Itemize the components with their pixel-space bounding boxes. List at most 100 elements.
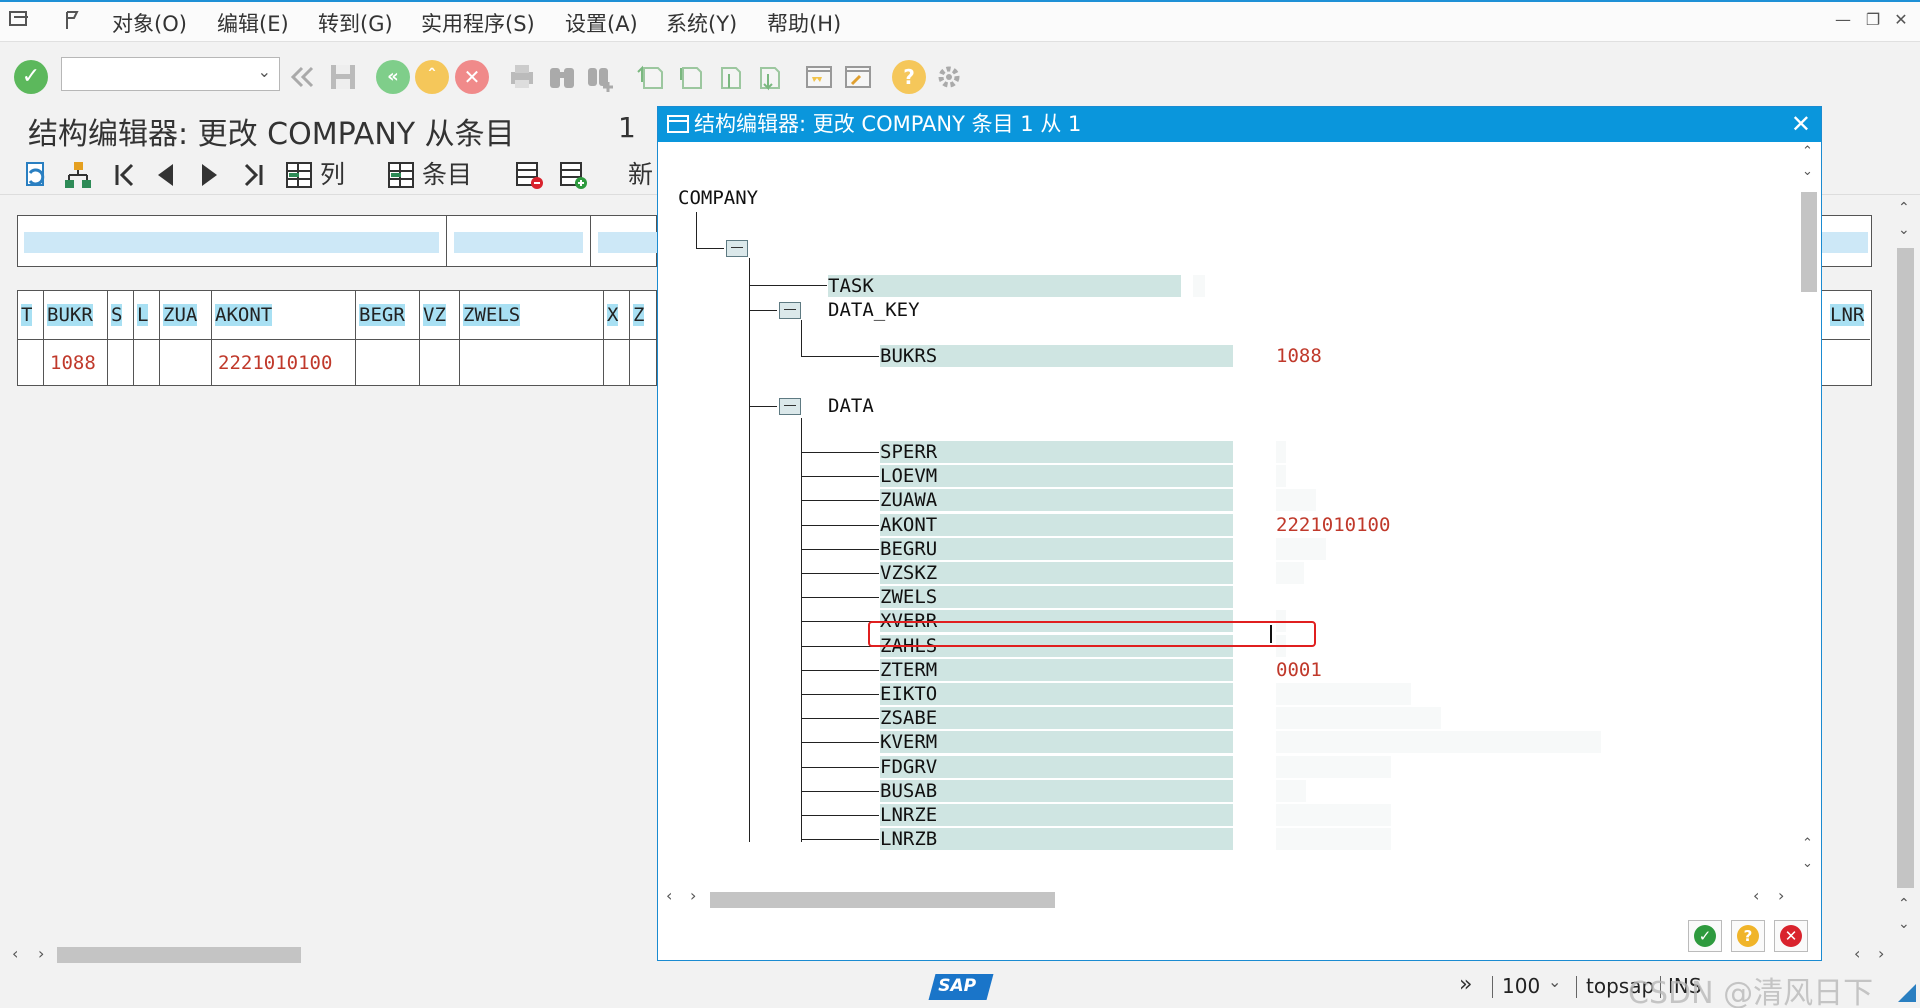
scroll-thumb[interactable] bbox=[1897, 248, 1914, 888]
header-field[interactable] bbox=[598, 232, 658, 253]
field-name[interactable]: SPERR bbox=[880, 441, 937, 463]
column-header[interactable]: BEGR bbox=[356, 291, 420, 339]
field-name[interactable]: LNRZB bbox=[880, 828, 937, 850]
expand-status-icon[interactable]: » bbox=[1459, 972, 1472, 997]
minimize-icon[interactable]: — bbox=[1832, 10, 1854, 32]
field-value-input[interactable] bbox=[1276, 537, 1326, 560]
field-value-input[interactable] bbox=[1276, 465, 1286, 488]
menu-edit[interactable]: 编辑(E) bbox=[217, 8, 289, 38]
chevron-down-icon[interactable]: ⌄ bbox=[1548, 972, 1561, 991]
column-header[interactable]: LNR bbox=[1822, 291, 1870, 339]
dialog-title-bar[interactable]: 结构编辑器: 更改 COMPANY 条目 1 从 1 ✕ bbox=[658, 107, 1821, 142]
last-entry-icon[interactable] bbox=[238, 159, 270, 191]
field-name[interactable]: ZTERM bbox=[880, 659, 937, 681]
menu-settings[interactable]: 设置(A) bbox=[565, 8, 638, 38]
field-value-input[interactable] bbox=[1276, 804, 1391, 826]
next-entry-icon[interactable] bbox=[193, 159, 225, 191]
table-cell[interactable] bbox=[134, 339, 160, 385]
restore-icon[interactable]: ❐ bbox=[1862, 10, 1884, 32]
column-header[interactable]: ZWELS bbox=[460, 291, 604, 339]
tree-node-task[interactable]: TASK bbox=[828, 275, 874, 297]
scroll-up-icon[interactable]: ⌃ bbox=[1802, 836, 1813, 851]
field-name[interactable]: BUSAB bbox=[880, 780, 937, 802]
scroll-down-icon[interactable]: ⌄ bbox=[1898, 916, 1910, 932]
dialog-vertical-scrollbar[interactable]: ⌃ ⌄ ⌃ ⌄ bbox=[1798, 142, 1820, 882]
command-field[interactable]: ⌄ bbox=[61, 57, 280, 91]
folder-icon[interactable] bbox=[726, 240, 748, 257]
close-icon[interactable]: ✕ bbox=[1791, 107, 1811, 142]
tree-node-data-key[interactable]: DATA_KEY bbox=[828, 299, 920, 321]
close-window-icon[interactable]: ✕ bbox=[1890, 10, 1912, 32]
column-header[interactable]: S bbox=[108, 291, 134, 339]
scroll-thumb[interactable] bbox=[57, 947, 301, 963]
exit-icon[interactable]: ˆ bbox=[415, 60, 449, 94]
first-entry-icon[interactable] bbox=[108, 159, 140, 191]
main-vertical-scrollbar[interactable]: ⌃ ⌄ ⌃ ⌄ bbox=[1894, 196, 1920, 936]
sap-menu-icon[interactable] bbox=[8, 9, 32, 31]
enter-icon[interactable]: ✓ bbox=[14, 60, 48, 94]
field-name[interactable]: AKONT bbox=[880, 514, 937, 536]
field-value-input[interactable] bbox=[1276, 441, 1286, 463]
scroll-left-icon[interactable]: ‹ bbox=[1753, 886, 1759, 905]
scroll-up-icon[interactable]: ⌃ bbox=[1898, 896, 1910, 912]
cancel-button[interactable]: ✕ bbox=[1774, 920, 1808, 952]
scroll-right-icon[interactable]: › bbox=[1878, 944, 1884, 963]
menu-goto[interactable]: 转到(G) bbox=[318, 8, 393, 38]
field-value-input[interactable] bbox=[1276, 489, 1316, 512]
dialog-horizontal-scrollbar[interactable]: ‹ › ‹ › bbox=[658, 882, 1821, 912]
scroll-thumb[interactable] bbox=[1801, 192, 1817, 292]
scroll-right-icon[interactable]: › bbox=[1778, 886, 1784, 905]
table-cell[interactable] bbox=[108, 339, 134, 385]
table-cell[interactable] bbox=[420, 339, 460, 385]
field-name[interactable]: EIKTO bbox=[880, 683, 937, 705]
menu-utilities[interactable]: 实用程序(S) bbox=[421, 8, 535, 38]
field-value[interactable]: 0001 bbox=[1276, 659, 1322, 681]
insert-row-icon[interactable] bbox=[557, 159, 589, 191]
task-value-field[interactable] bbox=[1193, 275, 1205, 297]
field-value-input[interactable] bbox=[1276, 828, 1391, 851]
field-value-input[interactable] bbox=[1276, 562, 1304, 584]
column-header[interactable]: VZ bbox=[420, 291, 460, 339]
field-value-input[interactable] bbox=[1276, 731, 1601, 754]
menu-system[interactable]: 系统(Y) bbox=[666, 8, 737, 38]
field-name[interactable]: LOEVM bbox=[880, 465, 937, 487]
scroll-down-icon[interactable]: ⌄ bbox=[1802, 856, 1813, 871]
scroll-down-icon[interactable]: ⌄ bbox=[1898, 222, 1910, 238]
print-icon[interactable] bbox=[505, 60, 539, 94]
scroll-up-icon[interactable]: ⌃ bbox=[1898, 200, 1910, 216]
column-header[interactable]: AKONT bbox=[212, 291, 356, 339]
help-button[interactable]: ? bbox=[1731, 920, 1765, 952]
scroll-right-icon[interactable]: › bbox=[38, 944, 44, 963]
column-header[interactable]: T bbox=[18, 291, 44, 339]
table-cell[interactable] bbox=[630, 339, 656, 385]
tree-node-bukrs[interactable]: BUKRS bbox=[880, 345, 937, 367]
shortcut-icon[interactable] bbox=[840, 60, 874, 94]
scroll-thumb[interactable] bbox=[710, 892, 1055, 908]
create-session-icon[interactable] bbox=[801, 60, 835, 94]
field-value-input[interactable] bbox=[1276, 755, 1391, 778]
back-icon[interactable]: « bbox=[376, 60, 410, 94]
scroll-left-icon[interactable]: ‹ bbox=[666, 886, 672, 905]
column-icon[interactable] bbox=[284, 159, 316, 191]
tree-node-data[interactable]: DATA bbox=[828, 395, 874, 417]
confirm-button[interactable]: ✓ bbox=[1688, 920, 1722, 952]
field-name[interactable]: LNRZE bbox=[880, 804, 937, 826]
entry-button-label[interactable]: 条目 bbox=[422, 159, 472, 191]
field-value[interactable]: 2221010100 bbox=[1276, 514, 1390, 536]
save-icon[interactable] bbox=[326, 60, 360, 94]
scroll-right-icon[interactable]: › bbox=[690, 886, 696, 905]
first-page-icon[interactable] bbox=[634, 60, 668, 94]
cancel-icon[interactable]: ✕ bbox=[455, 60, 489, 94]
field-name[interactable]: FDGRV bbox=[880, 756, 937, 778]
column-header[interactable]: ZUA bbox=[160, 291, 212, 339]
field-name[interactable]: ZUAWA bbox=[880, 489, 937, 511]
field-name[interactable]: KVERM bbox=[880, 731, 937, 753]
table-cell[interactable] bbox=[18, 339, 44, 385]
entry-icon[interactable] bbox=[386, 159, 418, 191]
field-name[interactable]: ZSABE bbox=[880, 707, 937, 729]
menu-object[interactable]: 对象(O) bbox=[112, 8, 187, 38]
field-name[interactable]: ZWELS bbox=[880, 586, 937, 608]
help-icon[interactable]: ? bbox=[892, 60, 926, 94]
hierarchy-icon[interactable] bbox=[62, 159, 94, 191]
menu-help[interactable]: 帮助(H) bbox=[767, 8, 841, 38]
